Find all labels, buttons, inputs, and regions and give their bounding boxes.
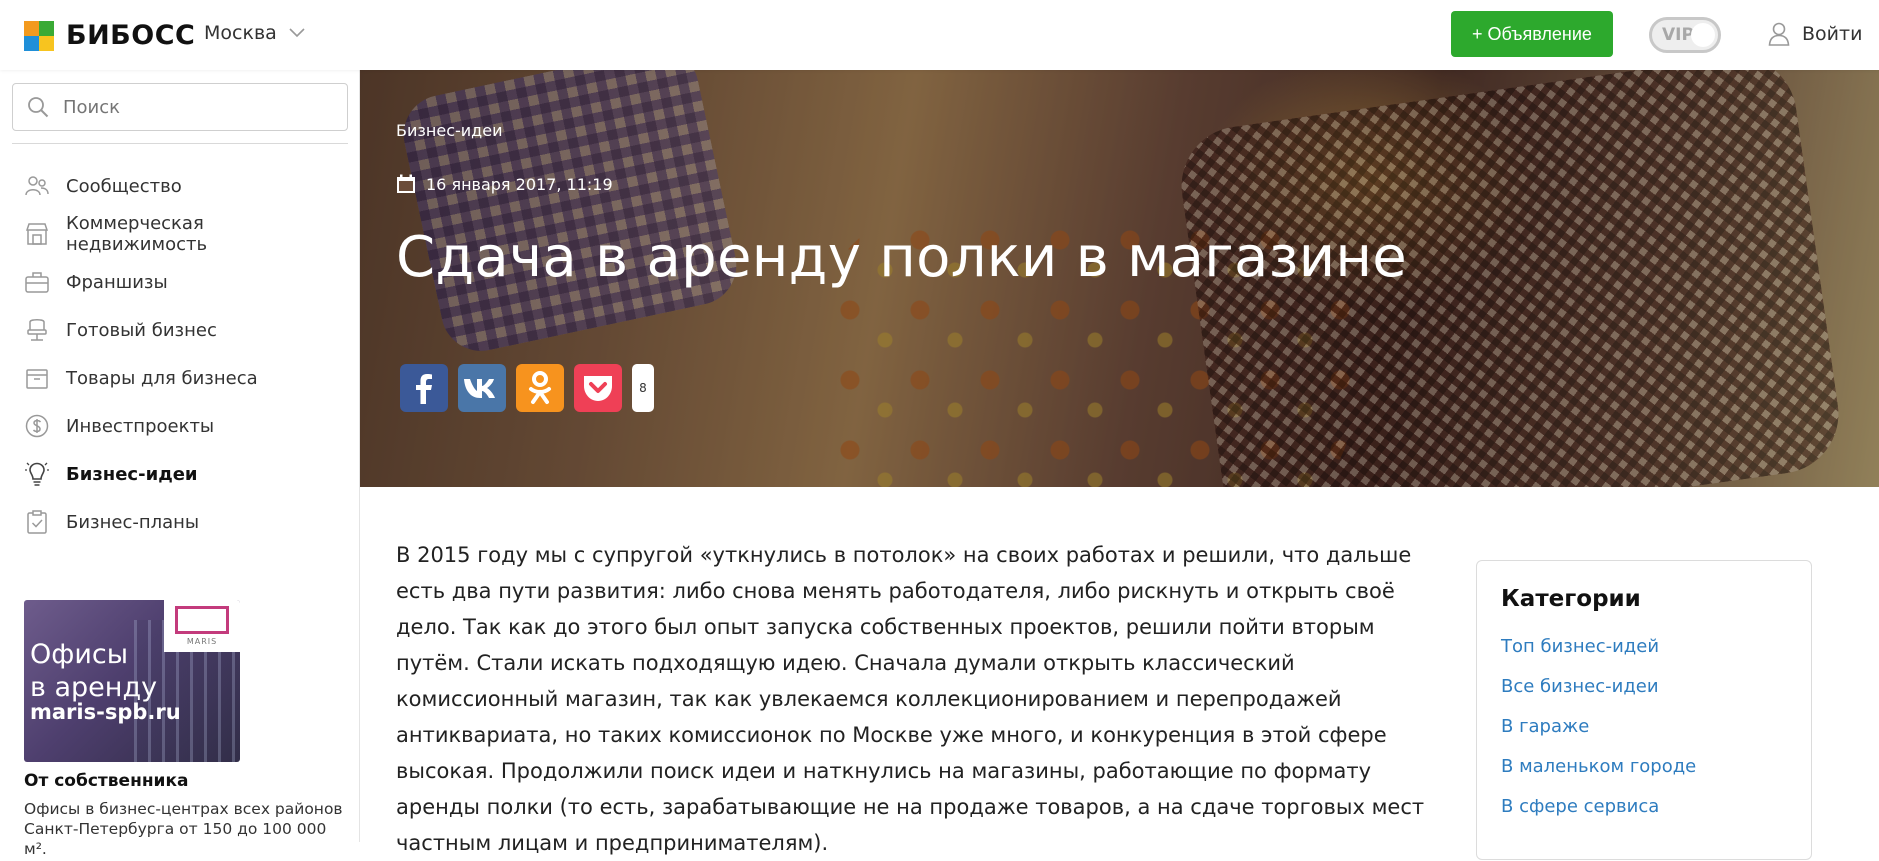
- calendar-icon: [397, 174, 415, 193]
- sidebar-item-investments[interactable]: Инвестпроекты: [24, 402, 344, 450]
- sidebar-item-label: Бизнес-планы: [66, 511, 200, 533]
- chevron-down-icon: [289, 28, 305, 38]
- sidebar-item-business-plans[interactable]: Бизнес-планы: [24, 498, 344, 546]
- ad-brand-logo: MARIS: [164, 600, 240, 652]
- article-date: 16 января 2017, 11:19: [396, 174, 613, 194]
- category-link[interactable]: Все бизнес-идеи: [1501, 676, 1696, 716]
- city-label: Москва: [204, 22, 277, 44]
- pocket-icon: [584, 376, 612, 401]
- sidebar-ad-banner[interactable]: MARIS Офисы в аренду maris-spb.ru: [24, 600, 240, 762]
- ad-title[interactable]: От собственника: [24, 771, 188, 791]
- categories-panel: Категории Топ бизнес-идей Все бизнес-иде…: [1476, 560, 1812, 860]
- login-link[interactable]: Войти: [1768, 22, 1862, 46]
- ad-description: Офисы в бизнес-центрах всех районов Санк…: [24, 800, 343, 858]
- category-link[interactable]: В гараже: [1501, 716, 1696, 756]
- clipboard-check-icon: [27, 510, 47, 534]
- facebook-icon: [416, 374, 432, 404]
- article-category-link[interactable]: Бизнес-идеи: [396, 121, 502, 140]
- share-pocket-button[interactable]: [574, 364, 622, 412]
- city-selector[interactable]: Москва: [204, 22, 305, 44]
- categories-list: Топ бизнес-идей Все бизнес-идеи В гараже…: [1501, 636, 1696, 836]
- article-paragraph: В 2015 году мы с супругой «уткнулись в п…: [396, 543, 1425, 855]
- sidebar-item-ready-business[interactable]: Готовый бизнес: [24, 306, 344, 354]
- sidebar: Сообщество Коммерческая недвижимость Фра…: [0, 70, 360, 858]
- briefcase-icon: [25, 272, 49, 293]
- logo-text: БИБОСС: [66, 20, 196, 51]
- vip-toggle[interactable]: VIP: [1649, 17, 1721, 53]
- share-buttons: 8: [400, 364, 654, 412]
- share-odnoklassniki-button[interactable]: [516, 364, 564, 412]
- lightbulb-icon: [25, 462, 49, 486]
- article-date-text: 16 января 2017, 11:19: [426, 174, 613, 194]
- ad-image-text: Офисы в аренду: [30, 639, 158, 703]
- category-link[interactable]: Топ бизнес-идей: [1501, 636, 1696, 676]
- ad-brand-name: MARIS: [186, 637, 218, 646]
- ad-brand-mark: [175, 606, 229, 634]
- sidebar-item-label: Коммерческая недвижимость: [66, 213, 208, 255]
- storefront-icon: [25, 223, 49, 245]
- odnoklassniki-icon: [529, 371, 551, 404]
- search-box[interactable]: [12, 83, 348, 131]
- login-label: Войти: [1802, 23, 1863, 45]
- sidebar-item-franchises[interactable]: Франшизы: [24, 258, 344, 306]
- sidebar-item-label: Сообщество: [66, 175, 182, 197]
- article-title: Сдача в аренду полки в магазине: [396, 225, 1408, 290]
- box-icon: [26, 369, 48, 389]
- vk-icon: [464, 379, 495, 398]
- search-icon: [28, 97, 49, 118]
- people-icon: [25, 176, 49, 196]
- sidebar-item-commercial-realty[interactable]: Коммерческая недвижимость: [24, 210, 344, 258]
- share-count: 8: [632, 364, 654, 412]
- category-link[interactable]: В сфере сервиса: [1501, 796, 1696, 836]
- sidebar-item-label: Франшизы: [66, 271, 168, 293]
- sidebar-item-business-goods[interactable]: Товары для бизнеса: [24, 354, 344, 402]
- categories-title: Категории: [1501, 586, 1641, 612]
- sidebar-item-label: Бизнес-идеи: [66, 463, 198, 485]
- chair-icon: [27, 319, 47, 341]
- share-facebook-button[interactable]: [400, 364, 448, 412]
- category-link[interactable]: В маленьком городе: [1501, 756, 1696, 796]
- logo-mark-icon: [24, 20, 54, 51]
- dollar-coin-icon: [25, 414, 49, 438]
- sidebar-item-label: Инвестпроекты: [66, 415, 215, 437]
- sidebar-item-business-ideas[interactable]: Бизнес-идеи: [24, 450, 344, 498]
- search-input[interactable]: [63, 96, 323, 118]
- vip-label: VIP: [1662, 25, 1694, 45]
- ad-image-url: maris-spb.ru: [30, 700, 181, 724]
- add-listing-button[interactable]: + Объявление: [1451, 11, 1613, 57]
- sidebar-item-community[interactable]: Сообщество: [24, 162, 344, 210]
- vip-toggle-knob: [1691, 23, 1715, 47]
- share-vk-button[interactable]: [458, 364, 506, 412]
- site-logo[interactable]: БИБОСС: [24, 20, 195, 51]
- top-header: БИБОСС Москва + Объявление VIP Войти: [0, 0, 1879, 70]
- sidebar-item-label: Товары для бизнеса: [66, 367, 258, 389]
- article-hero: Бизнес-идеи 16 января 2017, 11:19 Сдача …: [360, 70, 1879, 487]
- sidebar-nav: Сообщество Коммерческая недвижимость Фра…: [24, 162, 344, 546]
- sidebar-item-label: Готовый бизнес: [66, 319, 217, 341]
- sidebar-divider: [12, 143, 348, 144]
- user-icon: [1768, 22, 1790, 46]
